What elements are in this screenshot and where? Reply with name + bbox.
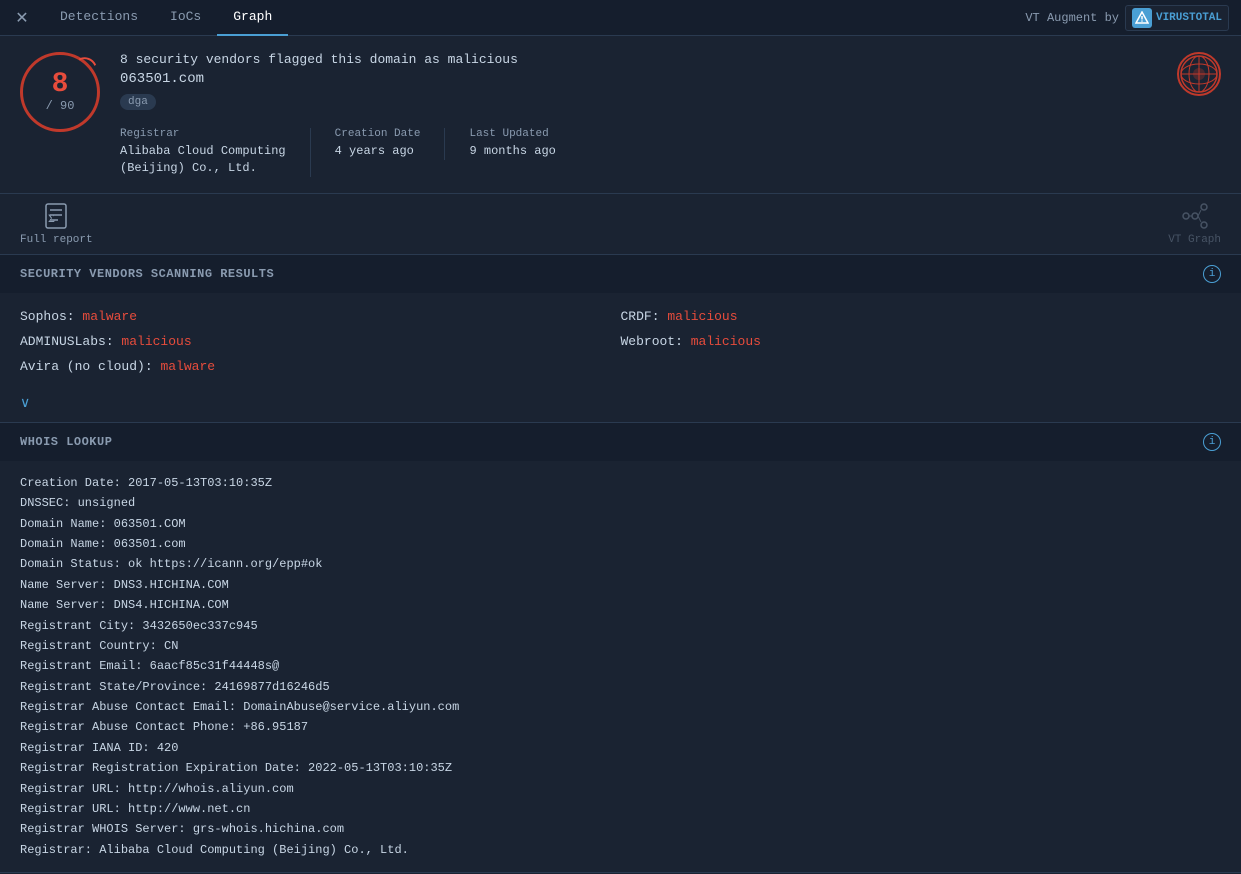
creation-date-label: Creation Date <box>335 128 421 140</box>
vendor-name-crdf: CRDF: <box>621 309 668 324</box>
vendor-row-adminuslabs: ADMINUSLabs: malicious <box>20 330 621 353</box>
vt-graph-icon <box>1181 202 1209 230</box>
score-circle: ⌒ 8 / 90 <box>20 52 100 132</box>
vt-icon <box>1132 8 1152 28</box>
vendor-row-webroot: Webroot: malicious <box>621 330 1222 353</box>
verdict-crdf: malicious <box>667 309 737 324</box>
tab-detections[interactable]: Detections <box>44 0 154 36</box>
summary-card: ⌒ 8 / 90 8 security vendors flagged this… <box>0 36 1241 194</box>
nav-tabs: Detections IoCs Graph <box>44 0 288 36</box>
last-updated-label: Last Updated <box>469 128 555 140</box>
vendor-row-crdf: CRDF: malicious <box>621 305 1222 328</box>
vendor-row-sophos: Sophos: malware <box>20 305 621 328</box>
verdict-sophos: malware <box>82 309 137 324</box>
vendor-row-avira: Avira (no cloud): malware <box>20 355 621 378</box>
security-vendors-section: SECURITY VENDORS SCANNING RESULTS i Soph… <box>0 255 1241 423</box>
creation-date-value: 4 years ago <box>335 143 421 160</box>
score-number: 8 <box>52 71 69 99</box>
tab-graph[interactable]: Graph <box>217 0 288 36</box>
security-vendors-info-icon[interactable]: i <box>1203 265 1221 283</box>
full-report-icon: Σ <box>42 202 70 230</box>
vendor-name-webroot: Webroot: <box>621 334 691 349</box>
summary-info: 8 security vendors flagged this domain a… <box>120 52 1157 177</box>
dga-tag: dga <box>120 94 156 110</box>
whois-title: WHOIS LOOKUP <box>20 435 112 449</box>
verdict-webroot: malicious <box>691 334 761 349</box>
virustotal-badge: VIRUSTOTAL <box>1125 5 1229 31</box>
last-updated-block: Last Updated 9 months ago <box>469 128 579 160</box>
augment-section: VT Augment by VIRUSTOTAL <box>1025 5 1229 31</box>
registrar-label: Registrar <box>120 128 286 140</box>
registrar-value: Alibaba Cloud Computing (Beijing) Co., L… <box>120 143 286 177</box>
vt-graph-button[interactable]: VT Graph <box>1168 202 1221 246</box>
verdict-adminuslabs: malicious <box>121 334 191 349</box>
summary-description: 8 security vendors flagged this domain a… <box>120 52 1157 67</box>
vendors-grid: Sophos: malware CRDF: malicious ADMINUSL… <box>0 293 1241 391</box>
top-navigation: ✕ Detections IoCs Graph VT Augment by VI… <box>0 0 1241 36</box>
vendor-name-avira: Avira (no cloud): <box>20 359 160 374</box>
whois-header: WHOIS LOOKUP i <box>0 423 1241 461</box>
vt-graph-label: VT Graph <box>1168 234 1221 246</box>
verdict-avira: malware <box>160 359 215 374</box>
full-report-button[interactable]: Σ Full report <box>20 202 93 246</box>
vendor-name-adminuslabs: ADMINUSLabs: <box>20 334 121 349</box>
score-denom: / 90 <box>46 99 75 113</box>
expand-button[interactable]: ∨ <box>20 396 30 412</box>
close-button[interactable]: ✕ <box>8 4 36 32</box>
tab-iocs[interactable]: IoCs <box>154 0 217 36</box>
expand-row: ∨ <box>0 391 1241 422</box>
security-vendors-header: SECURITY VENDORS SCANNING RESULTS i <box>0 255 1241 293</box>
augment-text: VT Augment by <box>1025 11 1119 25</box>
whois-info-icon[interactable]: i <box>1203 433 1221 451</box>
registrar-block: Registrar Alibaba Cloud Computing (Beiji… <box>120 128 311 177</box>
last-updated-value: 9 months ago <box>469 143 555 160</box>
whois-content: Creation Date: 2017-05-13T03:10:35Z DNSS… <box>0 461 1241 872</box>
domain-name: 063501.com <box>120 71 1157 87</box>
full-report-label: Full report <box>20 234 93 246</box>
vendor-name-sophos: Sophos: <box>20 309 82 324</box>
security-vendors-title: SECURITY VENDORS SCANNING RESULTS <box>20 267 274 281</box>
registrar-section: Registrar Alibaba Cloud Computing (Beiji… <box>120 128 1157 177</box>
virustotal-label: VIRUSTOTAL <box>1156 12 1222 24</box>
svg-text:Σ: Σ <box>48 211 55 225</box>
domain-icon <box>1177 52 1221 96</box>
creation-date-block: Creation Date 4 years ago <box>335 128 446 160</box>
whois-section: WHOIS LOOKUP i Creation Date: 2017-05-13… <box>0 423 1241 873</box>
action-bar: Σ Full report VT Graph <box>0 194 1241 255</box>
